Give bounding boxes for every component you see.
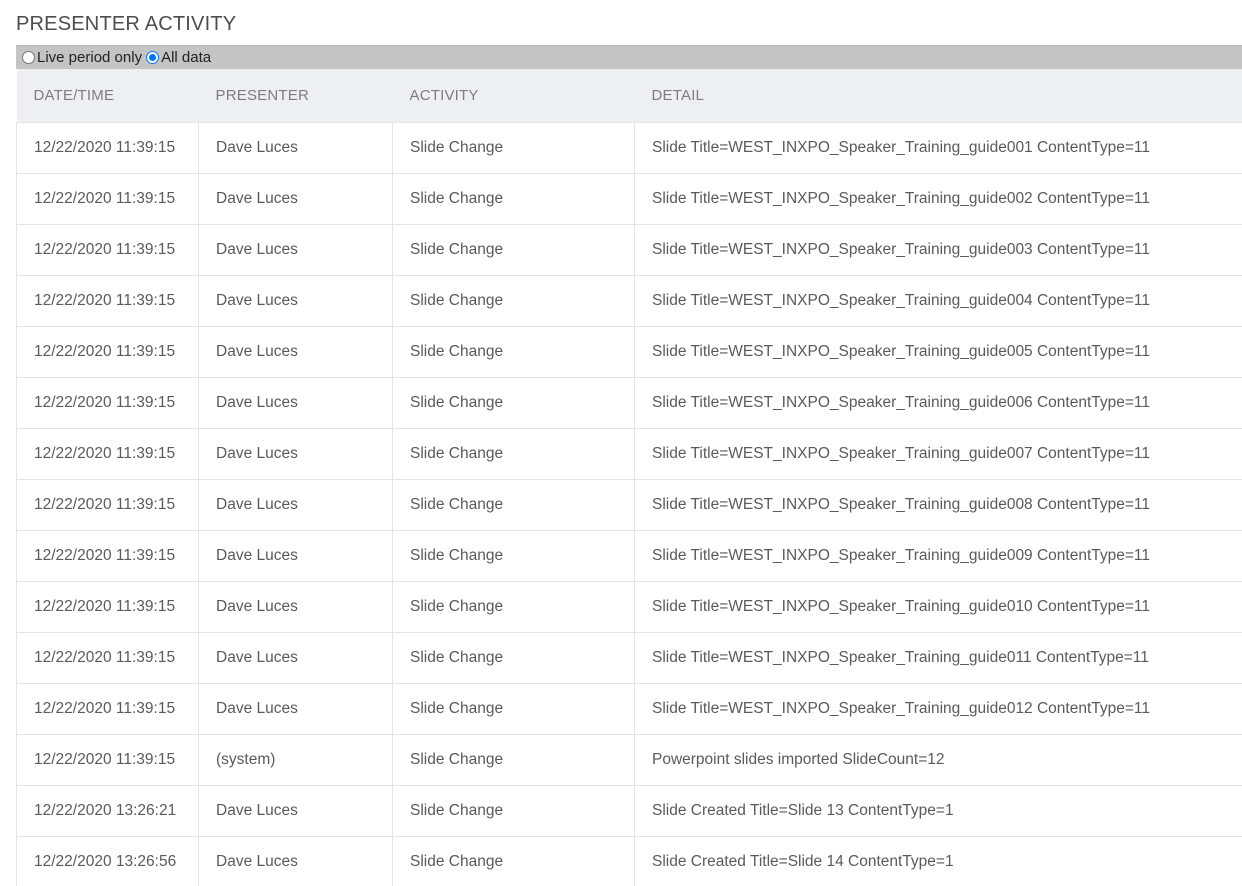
- detail-cell: Slide Created Title=Slide 14 ContentType…: [634, 836, 1242, 886]
- detail-cell: Powerpoint slides imported SlideCount=12: [634, 734, 1242, 786]
- datetime-cell: 12/22/2020 11:39:15: [16, 428, 199, 480]
- presenter-cell: Dave Luces: [198, 836, 393, 886]
- datetime-cell: 12/22/2020 11:39:15: [16, 530, 199, 582]
- activity-cell: Slide Change: [392, 428, 635, 480]
- presenter-cell: Dave Luces: [198, 377, 393, 429]
- presenter-activity-panel: Live period only All data DATE/TIME PRES…: [16, 45, 1242, 886]
- datetime-cell: 12/22/2020 11:39:15: [16, 224, 199, 276]
- table-row: 12/22/2020 11:39:15 Dave Luces Slide Chang…: [16, 479, 1242, 531]
- table-row: 12/22/2020 11:39:15 Dave Luces Slide Chang…: [16, 377, 1242, 429]
- column-header-datetime[interactable]: DATE/TIME: [16, 69, 199, 123]
- all-data-label[interactable]: All data: [161, 49, 211, 66]
- presenter-cell: Dave Luces: [198, 173, 393, 225]
- datetime-cell: 12/22/2020 11:39:15: [16, 479, 199, 531]
- all-data-radio[interactable]: [146, 51, 160, 64]
- detail-cell: Slide Created Title=Slide 13 ContentType…: [634, 785, 1242, 837]
- table-row: 12/22/2020 11:39:15 Dave Luces Slide Chang…: [16, 275, 1242, 327]
- datetime-cell: 12/22/2020 13:26:56: [16, 836, 199, 886]
- activity-cell: Slide Change: [392, 173, 635, 225]
- activity-cell: Slide Change: [392, 581, 635, 633]
- datetime-cell: 12/22/2020 11:39:15: [16, 734, 199, 786]
- presenter-cell: (system): [198, 734, 393, 786]
- activity-cell: Slide Change: [392, 734, 635, 786]
- activity-cell: Slide Change: [392, 530, 635, 582]
- datetime-cell: 12/22/2020 11:39:15: [16, 275, 199, 327]
- table-row: 12/22/2020 11:39:15 Dave Luces Slide Chang…: [16, 581, 1242, 633]
- presenter-cell: Dave Luces: [198, 683, 393, 735]
- table-row: 12/22/2020 11:39:15 Dave Luces Slide Chang…: [16, 632, 1242, 684]
- activity-cell: Slide Change: [392, 479, 635, 531]
- presenter-cell: Dave Luces: [198, 122, 393, 174]
- table-row: 12/22/2020 13:26:56 Dave Luces Slide Chang…: [16, 836, 1242, 886]
- column-header-detail[interactable]: DETAIL: [634, 69, 1242, 123]
- presenter-cell: Dave Luces: [198, 581, 393, 633]
- page-title: PRESENTER ACTIVITY: [16, 13, 237, 35]
- presenter-cell: Dave Luces: [198, 479, 393, 531]
- column-header-presenter[interactable]: PRESENTER: [198, 69, 393, 123]
- table-row: 12/22/2020 11:39:15 Dave Luces Slide Chang…: [16, 530, 1242, 582]
- table-row: 12/22/2020 11:39:15 (system) Slide Change P…: [16, 734, 1242, 786]
- detail-cell: Slide Title=WEST_INXPO_Speaker_Training_…: [634, 683, 1242, 735]
- presenter-cell: Dave Luces: [198, 530, 393, 582]
- detail-cell: Slide Title=WEST_INXPO_Speaker_Training_…: [634, 326, 1242, 378]
- datetime-cell: 12/22/2020 11:39:15: [16, 377, 199, 429]
- table-row: 12/22/2020 11:39:15 Dave Luces Slide Chang…: [16, 428, 1242, 480]
- detail-cell: Slide Title=WEST_INXPO_Speaker_Training_…: [634, 428, 1242, 480]
- detail-cell: Slide Title=WEST_INXPO_Speaker_Training_…: [634, 173, 1242, 225]
- data-range-filter: Live period only All data: [16, 45, 1242, 69]
- activity-cell: Slide Change: [392, 785, 635, 837]
- activity-cell: Slide Change: [392, 836, 635, 886]
- datetime-cell: 12/22/2020 11:39:15: [16, 581, 199, 633]
- datetime-cell: 12/22/2020 11:39:15: [16, 173, 199, 225]
- activity-cell: Slide Change: [392, 122, 635, 174]
- column-header-activity[interactable]: ACTIVITY: [392, 69, 635, 123]
- presenter-cell: Dave Luces: [198, 632, 393, 684]
- detail-cell: Slide Title=WEST_INXPO_Speaker_Training_…: [634, 479, 1242, 531]
- table-row: 12/22/2020 11:39:15 Dave Luces Slide Chang…: [16, 683, 1242, 735]
- table-row: 12/22/2020 11:39:15 Dave Luces Slide Chang…: [16, 122, 1242, 174]
- table-row: 12/22/2020 11:39:15 Dave Luces Slide Chang…: [16, 173, 1242, 225]
- datetime-cell: 12/22/2020 11:39:15: [16, 326, 199, 378]
- datetime-cell: 12/22/2020 11:39:15: [16, 632, 199, 684]
- activity-cell: Slide Change: [392, 377, 635, 429]
- detail-cell: Slide Title=WEST_INXPO_Speaker_Training_…: [634, 581, 1242, 633]
- live-period-only-radio[interactable]: [22, 51, 35, 64]
- live-period-only-label[interactable]: Live period only: [37, 49, 142, 66]
- detail-cell: Slide Title=WEST_INXPO_Speaker_Training_…: [634, 377, 1242, 429]
- table-row: 12/22/2020 11:39:15 Dave Luces Slide Chang…: [16, 326, 1242, 378]
- presenter-cell: Dave Luces: [198, 785, 393, 837]
- activity-cell: Slide Change: [392, 224, 635, 276]
- activity-cell: Slide Change: [392, 326, 635, 378]
- detail-cell: Slide Title=WEST_INXPO_Speaker_Training_…: [634, 275, 1242, 327]
- table-header-row: DATE/TIME PRESENTER ACTIVITY DETAIL: [16, 69, 1242, 123]
- detail-cell: Slide Title=WEST_INXPO_Speaker_Training_…: [634, 224, 1242, 276]
- presenter-cell: Dave Luces: [198, 428, 393, 480]
- activity-cell: Slide Change: [392, 275, 635, 327]
- detail-cell: Slide Title=WEST_INXPO_Speaker_Training_…: [634, 632, 1242, 684]
- table-row: 12/22/2020 13:26:21 Dave Luces Slide Chang…: [16, 785, 1242, 837]
- table-row: 12/22/2020 11:39:15 Dave Luces Slide Chang…: [16, 224, 1242, 276]
- activity-cell: Slide Change: [392, 632, 635, 684]
- datetime-cell: 12/22/2020 13:26:21: [16, 785, 199, 837]
- detail-cell: Slide Title=WEST_INXPO_Speaker_Training_…: [634, 530, 1242, 582]
- activity-cell: Slide Change: [392, 683, 635, 735]
- datetime-cell: 12/22/2020 11:39:15: [16, 122, 199, 174]
- presenter-activity-table: DATE/TIME PRESENTER ACTIVITY DETAIL 12/2…: [16, 69, 1242, 886]
- presenter-cell: Dave Luces: [198, 326, 393, 378]
- datetime-cell: 12/22/2020 11:39:15: [16, 683, 199, 735]
- presenter-cell: Dave Luces: [198, 275, 393, 327]
- detail-cell: Slide Title=WEST_INXPO_Speaker_Training_…: [634, 122, 1242, 174]
- presenter-cell: Dave Luces: [198, 224, 393, 276]
